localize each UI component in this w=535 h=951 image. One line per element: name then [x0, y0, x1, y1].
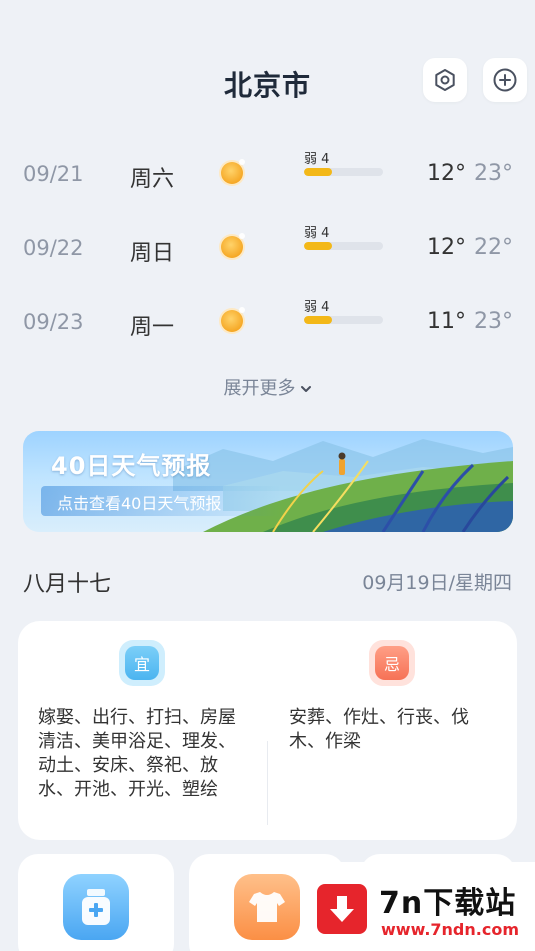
- medicine-icon: [63, 874, 129, 940]
- clothing-icon: [234, 874, 300, 940]
- wind-bar-fill: [304, 168, 332, 176]
- yi-activities: 嫁娶、出行、打扫、房屋清洁、美甲浴足、理发、动土、安床、祭祀、放水、开池、开光、…: [38, 707, 236, 800]
- header: 北京市: [0, 40, 535, 120]
- sunny-icon: [219, 233, 245, 260]
- sunny-icon: [219, 159, 245, 186]
- wind-level-label: 弱 4: [304, 300, 330, 315]
- almanac-card[interactable]: 宜 忌 嫁娶、出行、打扫、房屋清洁、美甲浴足、理发、动土、安床、祭祀、放水、开池…: [18, 621, 517, 840]
- forecast-weekday: 周日: [130, 241, 175, 266]
- ji-activities: 安葬、作灶、行丧、伐木、作梁: [289, 707, 469, 752]
- yi-badge: 宜: [119, 640, 165, 686]
- forecast-row[interactable]: 09/22 周日 弱 4 12° 22°: [0, 212, 535, 286]
- banner-subtitle: 点击查看40日天气预报: [57, 494, 222, 513]
- divider: [267, 741, 268, 825]
- temp-low: 12°: [427, 161, 466, 186]
- chevron-down-icon: [300, 386, 311, 392]
- yi-label: 宜: [133, 655, 150, 674]
- watermark: 7n下载站 www.7ndn.com: [305, 862, 535, 951]
- wind-bar: [304, 168, 383, 176]
- forecast-date: 09/23: [23, 310, 84, 334]
- solar-date: 09月19日/星期四: [362, 572, 512, 594]
- forecast-list: 09/21 周六 弱 4 12° 23° 09/22 周日 弱 4 12° 22…: [0, 138, 535, 360]
- forecast-weekday: 周一: [130, 315, 175, 340]
- add-city-button[interactable]: [483, 58, 527, 102]
- wind-level-label: 弱 4: [304, 152, 330, 167]
- forecast-row[interactable]: 09/21 周六 弱 4 12° 23°: [0, 138, 535, 212]
- watermark-url: www.7ndn.com: [381, 920, 519, 939]
- forecast-40day-banner[interactable]: 40日天气预报 点击查看40日天气预报: [23, 431, 513, 532]
- wind-bar: [304, 242, 383, 250]
- watermark-name: 7n下载站: [379, 886, 517, 921]
- lunar-date: 八月十七: [23, 572, 112, 597]
- expand-more-label: 展开更多: [223, 378, 296, 399]
- wind-bar-fill: [304, 316, 332, 324]
- temp-low: 12°: [427, 235, 466, 260]
- temp-high: 23°: [474, 309, 513, 334]
- wind-bar-fill: [304, 242, 332, 250]
- download-logo-icon: [317, 884, 367, 934]
- forecast-date: 09/21: [23, 162, 84, 186]
- forecast-row[interactable]: 09/23 周一 弱 4 11° 23°: [0, 286, 535, 360]
- ji-label: 忌: [383, 655, 400, 674]
- settings-button[interactable]: [423, 58, 467, 102]
- ji-badge: 忌: [369, 640, 415, 686]
- settings-icon: [435, 69, 455, 91]
- banner-title: 40日天气预报: [51, 452, 212, 480]
- forecast-weekday: 周六: [130, 167, 175, 192]
- plus-icon: [493, 68, 517, 92]
- temp-high: 23°: [474, 161, 513, 186]
- sunny-icon: [219, 307, 245, 334]
- forecast-date: 09/22: [23, 236, 84, 260]
- tool-card-medicine[interactable]: [18, 854, 174, 951]
- banner-subtitle-band: 点击查看40日天气预报: [41, 486, 281, 516]
- expand-more-button[interactable]: 展开更多: [0, 374, 535, 400]
- temp-high: 22°: [474, 235, 513, 260]
- temp-low: 11°: [427, 309, 466, 334]
- wind-level-label: 弱 4: [304, 226, 330, 241]
- wind-bar: [304, 316, 383, 324]
